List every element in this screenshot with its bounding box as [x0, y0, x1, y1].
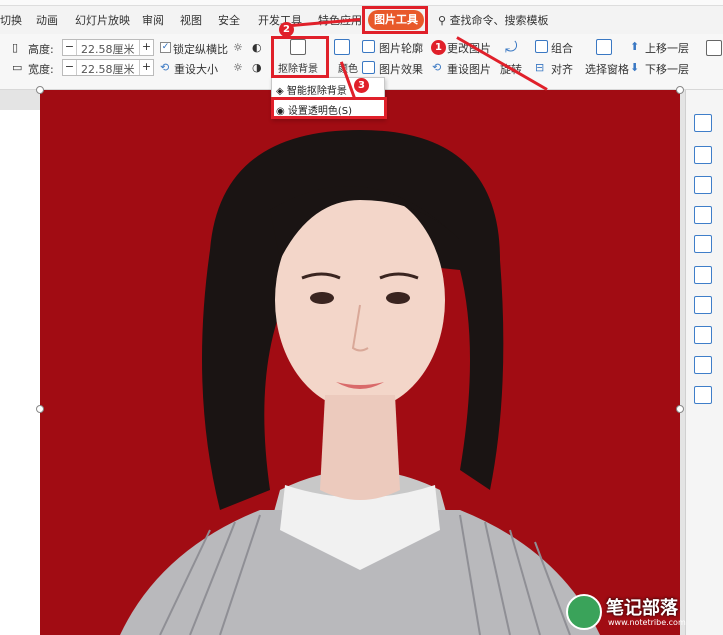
annotation-box-set-transparent [271, 97, 387, 119]
width-icon: ▭ [12, 61, 23, 74]
layers-icon[interactable] [694, 114, 712, 132]
resize-handle-top-right[interactable] [676, 86, 684, 94]
tab-slideshow[interactable]: 幻灯片放映 [75, 12, 130, 28]
step-badge-3: 3 [354, 78, 369, 93]
edit-icon[interactable] [694, 386, 712, 404]
document-icon[interactable] [694, 326, 712, 344]
reset-size-button[interactable]: 重设大小 [174, 61, 218, 77]
color-icon [334, 39, 350, 55]
portrait-illustration [120, 130, 600, 635]
picture-outline-icon [362, 40, 375, 53]
height-value: 22.58厘米 [81, 43, 135, 56]
lock-ratio-checkbox[interactable]: ✓ [160, 42, 171, 53]
tab-review[interactable]: 审阅 [142, 12, 164, 28]
width-increase-button[interactable]: + [139, 60, 153, 75]
height-stepper[interactable]: − 22.58厘米 + [62, 39, 154, 56]
watermark-text: 笔记部落 [606, 598, 678, 619]
watermark-url: www.notetribe.com [608, 618, 686, 627]
convert-icon[interactable] [694, 296, 712, 314]
split-icon[interactable] [694, 206, 712, 224]
send-backward-icon: ⬇ [630, 61, 640, 74]
selection-pane-icon [596, 39, 612, 55]
brightness-up-icon[interactable]: ☼ [233, 41, 243, 54]
select-icon[interactable] [694, 266, 712, 284]
width-value: 22.58厘米 [81, 63, 135, 76]
bring-forward-icon: ⬆ [630, 40, 640, 53]
reset-picture-button[interactable]: 重设图片 [447, 61, 491, 77]
more-tools-icon[interactable] [706, 40, 722, 56]
annotation-box-picture-tools [362, 6, 428, 34]
align-button[interactable]: 对齐 [551, 61, 573, 77]
height-icon: ▯ [12, 41, 19, 54]
group-icon [535, 40, 548, 53]
resize-handle-top-left[interactable] [36, 86, 44, 94]
group-button[interactable]: 组合 [551, 40, 573, 56]
step-badge-1: 1 [431, 40, 446, 55]
tab-animation[interactable]: 动画 [36, 12, 58, 28]
watermark: 笔记部落 www.notetribe.com [566, 590, 723, 635]
portrait-photo[interactable] [40, 90, 680, 635]
step-badge-2: 2 [279, 22, 294, 37]
zoom-icon[interactable] [694, 235, 712, 253]
width-label: 宽度: [28, 63, 54, 76]
picture-effect-button[interactable]: 图片效果 [379, 61, 423, 77]
resize-handle-right[interactable] [676, 405, 684, 413]
search-command[interactable]: ⚲ 查找命令、搜索模板 [438, 12, 549, 28]
bring-forward-button[interactable]: 上移一层 [645, 40, 689, 56]
contrast-down-icon[interactable]: ◑ [252, 61, 262, 74]
lock-ratio-label: 锁定纵横比 [173, 43, 228, 56]
tab-transition[interactable]: 切换 [0, 12, 22, 28]
rotate-tool-icon[interactable] [694, 176, 712, 194]
right-toolbar [685, 90, 723, 635]
contrast-up-icon[interactable]: ◐ [252, 41, 262, 54]
smart-remove-label: 智能抠除背景 [286, 86, 347, 97]
image-icon[interactable] [694, 356, 712, 374]
smart-remove-background-option[interactable]: ◈ 智能抠除背景 [276, 82, 347, 97]
align-icon: ⊟ [535, 61, 545, 74]
reset-picture-icon: ⟲ [432, 61, 442, 74]
slide-page-edge [0, 110, 40, 635]
height-label: 高度: [28, 43, 54, 56]
picture-effect-icon [362, 61, 375, 74]
annotation-box-remove-background [271, 36, 329, 78]
picture-outline-button[interactable]: 图片轮廓 [379, 40, 423, 56]
width-stepper[interactable]: − 22.58厘米 + [62, 59, 154, 76]
reset-size-icon: ⟲ [160, 61, 170, 74]
send-backward-button[interactable]: 下移一层 [645, 61, 689, 77]
search-label: 查找命令、搜索模板 [449, 14, 549, 27]
tab-view[interactable]: 视图 [180, 12, 202, 28]
brightness-down-icon[interactable]: ☼ [233, 61, 243, 74]
crop-icon[interactable] [694, 146, 712, 164]
rotate-icon: ⤾ [505, 38, 518, 56]
watermark-logo [566, 594, 602, 630]
height-decrease-button[interactable]: − [63, 40, 77, 55]
height-increase-button[interactable]: + [139, 40, 153, 55]
width-decrease-button[interactable]: − [63, 60, 77, 75]
selection-pane-button[interactable]: 选择窗格 [585, 61, 629, 77]
resize-handle-left[interactable] [36, 405, 44, 413]
tab-security[interactable]: 安全 [218, 12, 240, 28]
